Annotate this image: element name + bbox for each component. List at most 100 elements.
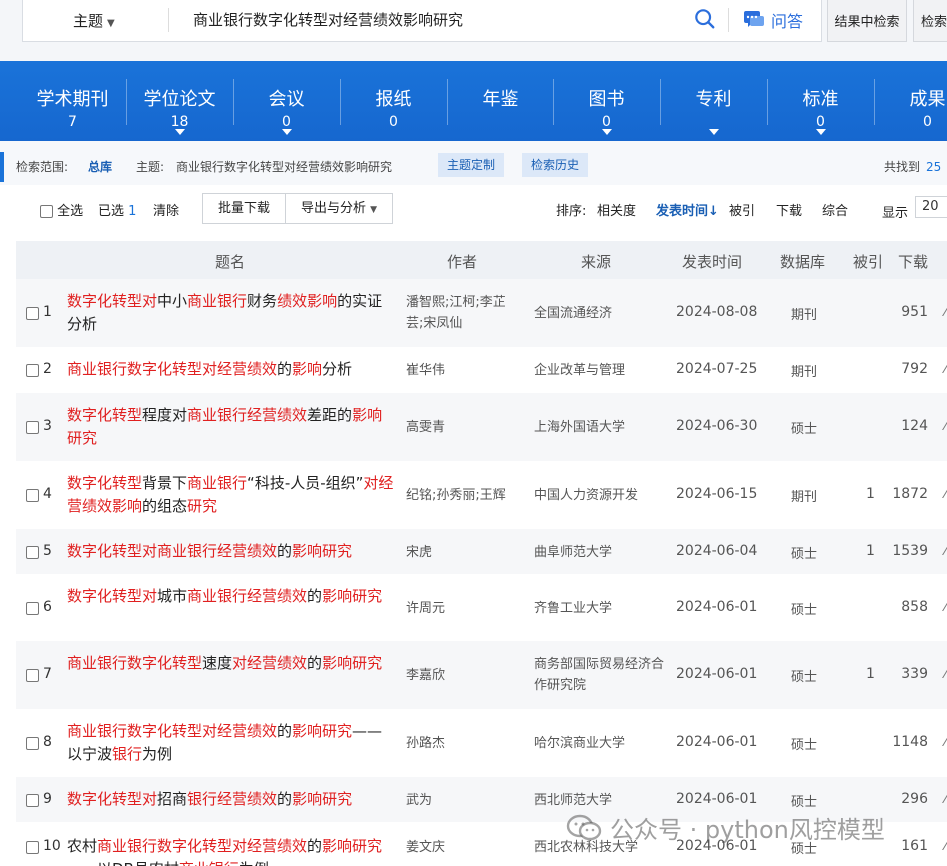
result-title-link[interactable]: 数字化转型对中小商业银行财务绩效影响的实证分析 bbox=[67, 290, 397, 336]
row-checkbox[interactable] bbox=[26, 489, 39, 502]
select-all-checkbox[interactable] bbox=[40, 205, 53, 218]
result-source[interactable]: 上海外国语大学 bbox=[534, 417, 664, 438]
result-title-link[interactable]: 数字化转型程度对商业银行经营绩效差距的影响研究 bbox=[67, 404, 397, 450]
result-author[interactable]: 纪铭;孙秀丽;王辉 bbox=[406, 485, 516, 506]
result-title-link[interactable]: 数字化转型对商业银行经营绩效的影响研究 bbox=[67, 540, 397, 563]
row-checkbox[interactable] bbox=[26, 421, 39, 434]
result-database: 硕士 bbox=[791, 794, 818, 810]
page-size-select[interactable]: 20 bbox=[915, 196, 947, 218]
tab-category[interactable]: 专利 bbox=[660, 61, 767, 141]
search-icon[interactable] bbox=[694, 8, 716, 30]
header-cited[interactable]: 被引 bbox=[853, 251, 883, 272]
tab-count: 0 bbox=[602, 114, 611, 130]
topic-custom-button[interactable]: 主题定制 bbox=[438, 153, 505, 177]
result-author[interactable]: 姜文庆 bbox=[406, 837, 516, 858]
tab-divider bbox=[874, 79, 875, 125]
tab-category[interactable]: 标准 0 bbox=[767, 61, 874, 141]
caret-down-icon[interactable] bbox=[815, 129, 826, 135]
result-source[interactable]: 企业改革与管理 bbox=[534, 360, 664, 381]
result-title-link[interactable]: 数字化转型对招商银行经营绩效的影响研究 bbox=[67, 788, 397, 811]
search-input[interactable]: 商业银行数字化转型对经营绩效影响研究 bbox=[193, 9, 463, 30]
row-checkbox[interactable] bbox=[26, 364, 39, 377]
tab-category[interactable]: 学术期刊 7 bbox=[19, 61, 126, 141]
result-title-link[interactable]: 数字化转型背景下商业银行“科技-人员-组织”对经营绩效影响的组态研究 bbox=[67, 472, 397, 518]
found-label: 共找到 bbox=[884, 160, 921, 174]
sort-label: 排序: bbox=[556, 204, 587, 219]
tab-count: 0 bbox=[282, 114, 291, 130]
top-search-bar: 主题 ▼ 商业银行数字化转型对经营绩效影响研究 问答 结果中检索 检索 bbox=[0, 0, 947, 61]
batch-download-button[interactable]: 批量下载 bbox=[202, 193, 286, 224]
tab-category[interactable]: 学位论文 18 bbox=[126, 61, 233, 141]
caret-down-icon[interactable] bbox=[708, 129, 719, 135]
select-all[interactable]: 全选 bbox=[40, 200, 83, 219]
row-checkbox[interactable] bbox=[26, 793, 39, 807]
search-scope-dropdown[interactable]: 主题 ▼ bbox=[73, 10, 115, 31]
result-cited: 1 bbox=[866, 666, 875, 682]
search-in-results-button[interactable]: 结果中检索 bbox=[827, 0, 907, 42]
row-number: 10 bbox=[43, 838, 61, 854]
tab-category[interactable]: 会议 0 bbox=[233, 61, 340, 141]
row-checkbox[interactable] bbox=[26, 669, 39, 682]
tab-label: 年鉴 bbox=[482, 89, 519, 110]
result-title-link[interactable]: 农村商业银行数字化转型对经营绩效的影响研究——以DB县农村商业银行为例 bbox=[67, 835, 397, 866]
row-number: 5 bbox=[43, 542, 52, 559]
sort-cited[interactable]: 被引 bbox=[729, 200, 755, 219]
row-checkbox[interactable] bbox=[26, 307, 39, 320]
caret-down-icon[interactable] bbox=[174, 129, 185, 135]
advanced-search-button[interactable]: 检索 bbox=[913, 0, 947, 42]
header-download[interactable]: 下载 bbox=[898, 251, 928, 272]
clear-button[interactable]: 清除 bbox=[153, 200, 179, 219]
result-author[interactable]: 高雯青 bbox=[406, 417, 516, 438]
result-source[interactable]: 哈尔滨商业大学 bbox=[534, 733, 664, 754]
result-source[interactable]: 全国流通经济 bbox=[534, 303, 664, 324]
result-author[interactable]: 武为 bbox=[406, 790, 516, 811]
row-checkbox[interactable] bbox=[26, 737, 39, 750]
result-author[interactable]: 许周元 bbox=[406, 598, 516, 619]
result-author[interactable]: 李嘉欣 bbox=[406, 665, 516, 686]
result-title-link[interactable]: 商业银行数字化转型速度对经营绩效的影响研究 bbox=[67, 652, 397, 675]
caret-down-icon[interactable] bbox=[281, 129, 292, 135]
result-title-link[interactable]: 商业银行数字化转型对经营绩效的影响研究——以宁波银行为例 bbox=[67, 720, 397, 766]
tab-category[interactable]: 成果 0 bbox=[874, 61, 947, 141]
header-title[interactable]: 题名 bbox=[215, 251, 245, 272]
sort-relevance[interactable]: 相关度 bbox=[597, 200, 636, 219]
tab-category[interactable]: 年鉴 bbox=[447, 61, 554, 141]
sort-date[interactable]: 发表时间↓ bbox=[656, 200, 719, 219]
result-database: 硕士 bbox=[791, 738, 818, 753]
row-checkbox[interactable] bbox=[26, 841, 39, 854]
header-date[interactable]: 发表时间 bbox=[682, 251, 742, 272]
tab-count: 18 bbox=[170, 114, 189, 130]
database-link[interactable]: 总库 bbox=[88, 158, 112, 175]
result-count: 共找到 25 bbox=[884, 158, 941, 175]
tab-divider bbox=[767, 79, 768, 125]
result-title-link[interactable]: 数字化转型对城市商业银行经营绩效的影响研究 bbox=[67, 585, 397, 608]
result-title-link[interactable]: 商业银行数字化转型对经营绩效的影响分析 bbox=[67, 358, 397, 381]
result-source[interactable]: 齐鲁工业大学 bbox=[534, 598, 664, 619]
qa-button[interactable]: 问答 bbox=[743, 8, 803, 32]
result-source[interactable]: 曲阜师范大学 bbox=[534, 542, 664, 563]
tab-category[interactable]: 图书 0 bbox=[553, 61, 660, 141]
row-checkbox[interactable] bbox=[26, 601, 39, 615]
tab-category[interactable]: 报纸 0 bbox=[340, 61, 447, 141]
header-database: 数据库 bbox=[780, 253, 826, 271]
search-box: 主题 ▼ 商业银行数字化转型对经营绩效影响研究 问答 bbox=[22, 0, 822, 42]
result-downloads: 1148 bbox=[892, 734, 928, 750]
result-author[interactable]: 孙路杰 bbox=[406, 733, 516, 754]
result-author[interactable]: 崔华伟 bbox=[406, 360, 516, 381]
search-history-button[interactable]: 检索历史 bbox=[522, 153, 589, 177]
result-source[interactable]: 中国人力资源开发 bbox=[534, 485, 664, 506]
chevron-down-icon: ▼ bbox=[107, 18, 115, 29]
result-source[interactable]: 西北师范大学 bbox=[534, 790, 664, 811]
sort-comprehensive[interactable]: 综合 bbox=[822, 200, 848, 219]
result-source[interactable]: 商务部国际贸易经济合作研究院 bbox=[534, 654, 664, 696]
header-author: 作者 bbox=[447, 253, 478, 271]
table-row: 8 商业银行数字化转型对经营绩效的影响研究——以宁波银行为例 孙路杰 哈尔滨商业大学 2… bbox=[16, 709, 947, 777]
export-analysis-button[interactable]: 导出与分析 ▼ bbox=[285, 193, 393, 224]
sort-download[interactable]: 下载 bbox=[776, 200, 802, 219]
result-author[interactable]: 潘智熙;江柯;李芷芸;宋凤仙 bbox=[406, 292, 516, 334]
result-author[interactable]: 宋虎 bbox=[406, 542, 516, 563]
selected-indicator: 已选 1 bbox=[98, 200, 136, 219]
caret-down-icon[interactable] bbox=[601, 129, 612, 135]
result-database: 期刊 bbox=[791, 308, 818, 323]
row-checkbox[interactable] bbox=[26, 545, 39, 559]
